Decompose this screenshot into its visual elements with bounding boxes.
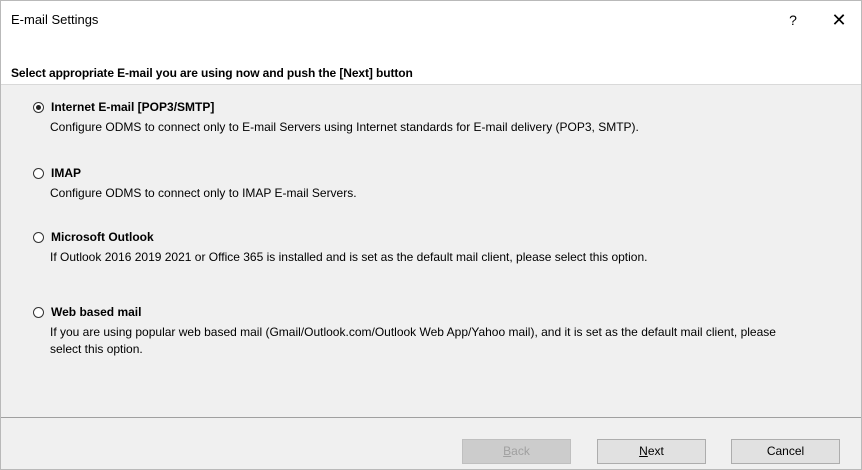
title-bar: E-mail Settings ? ✕ [1,1,861,41]
back-label-rest: ack [511,444,530,458]
email-settings-dialog: E-mail Settings ? ✕ Select appropriate E… [0,0,862,470]
back-mnemonic: B [503,444,512,458]
cancel-button[interactable]: Cancel [731,439,840,464]
instruction-header: Select appropriate E-mail you are using … [1,41,861,85]
window-title: E-mail Settings [11,12,99,27]
next-mnemonic: N [639,444,648,458]
option-description: If you are using popular web based mail … [50,325,776,356]
option-microsoft-outlook: Microsoft Outlook If Outlook 2016 2019 2… [33,229,833,266]
radio-internet-email[interactable] [33,101,44,113]
option-label[interactable]: Web based mail [51,305,141,319]
option-internet-email-row[interactable]: Internet E-mail [POP3/SMTP] [33,99,833,115]
instruction-text: Select appropriate E-mail you are using … [11,66,413,80]
radio-microsoft-outlook[interactable] [33,231,44,243]
next-label-rest: ext [647,444,664,458]
radio-imap[interactable] [33,167,44,179]
option-description: Configure ODMS to connect only to E-mail… [50,120,639,134]
option-web-based-mail-row[interactable]: Web based mail [33,304,833,320]
option-description: If Outlook 2016 2019 2021 or Office 365 … [50,250,648,264]
option-label[interactable]: Internet E-mail [POP3/SMTP] [51,100,214,114]
email-type-options: Internet E-mail [POP3/SMTP] Configure OD… [1,85,861,418]
back-button[interactable]: Back [462,439,571,464]
option-microsoft-outlook-row[interactable]: Microsoft Outlook [33,229,833,245]
option-web-based-mail: Web based mail If you are using popular … [33,304,833,358]
option-imap-row[interactable]: IMAP [33,165,833,181]
radio-web-based-mail[interactable] [33,306,44,318]
button-bar: Back Next Cancel [1,418,861,469]
help-button[interactable]: ? [783,10,803,30]
option-label[interactable]: Microsoft Outlook [51,230,154,244]
option-description: Configure ODMS to connect only to IMAP E… [50,186,357,200]
option-imap: IMAP Configure ODMS to connect only to I… [33,165,833,202]
option-label[interactable]: IMAP [51,166,81,180]
option-internet-email: Internet E-mail [POP3/SMTP] Configure OD… [33,99,833,136]
close-icon[interactable]: ✕ [825,7,853,33]
next-button[interactable]: Next [597,439,706,464]
